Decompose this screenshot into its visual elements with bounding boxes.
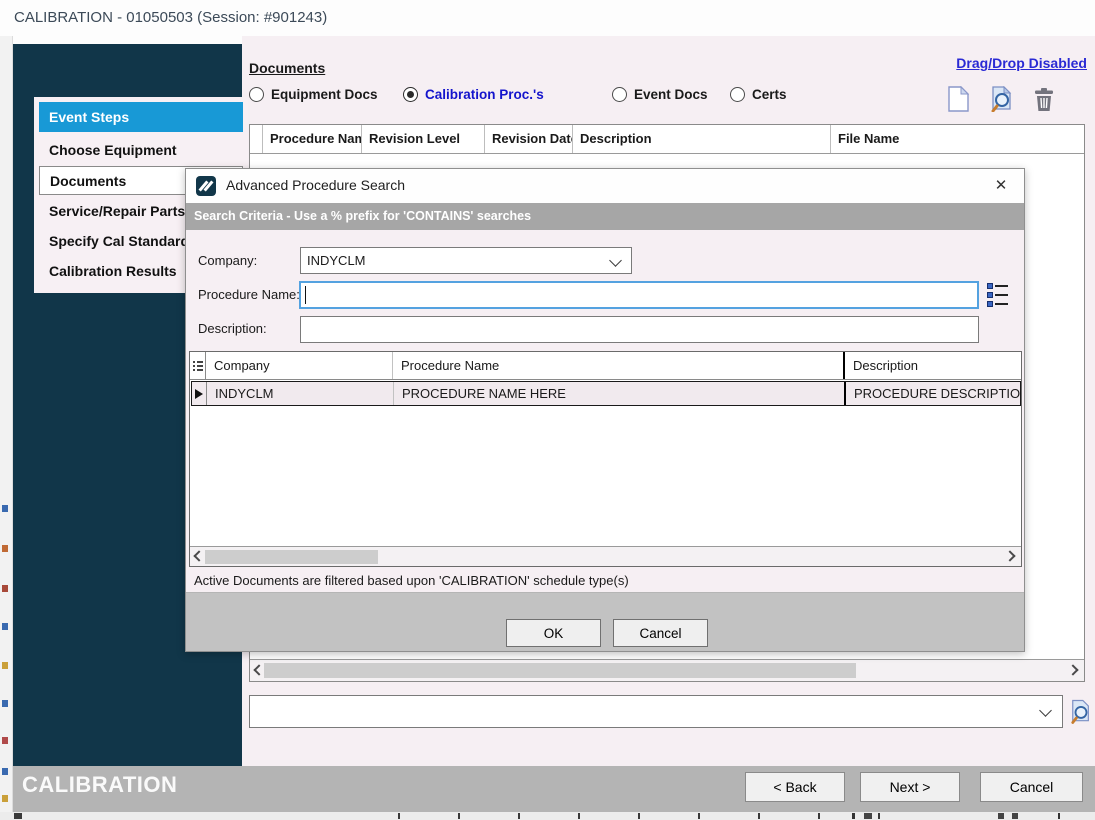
description-label: Description:: [198, 321, 267, 336]
sidebar-item-choose-equipment[interactable]: Choose Equipment: [39, 136, 243, 165]
radio-label: Event Docs: [634, 87, 708, 102]
documents-table-header: Procedure Name Revision Level Revision D…: [250, 125, 1084, 154]
radio-label: Equipment Docs: [271, 87, 378, 102]
radio-calibration-procs[interactable]: Calibration Proc.'s: [403, 87, 544, 102]
company-label: Company:: [198, 253, 257, 268]
dialog-titlebar[interactable]: Advanced Procedure Search ✕: [186, 169, 1024, 203]
procedure-name-input[interactable]: [299, 281, 979, 309]
hscrollbar-thumb[interactable]: [264, 663, 856, 678]
background-window-strip: [0, 812, 1095, 820]
col-revision-level[interactable]: Revision Level: [362, 125, 485, 153]
results-grid-hscrollbar[interactable]: [190, 546, 1021, 566]
procedure-name-label: Procedure Name:: [198, 287, 300, 302]
background-artifact: [14, 813, 22, 819]
text-caret: [305, 286, 306, 304]
background-artifact: [2, 795, 8, 802]
scroll-left-icon[interactable]: [255, 666, 263, 674]
description-input[interactable]: [300, 316, 979, 343]
list-icon: [193, 352, 203, 379]
scroll-left-icon[interactable]: [195, 552, 203, 560]
wizard-title: CALIBRATION: [22, 772, 177, 798]
col-description[interactable]: Description: [573, 125, 831, 153]
document-select-combo[interactable]: [249, 695, 1063, 728]
back-button[interactable]: < Back: [745, 772, 845, 802]
radio-circle-icon: [730, 87, 745, 102]
background-artifact: [998, 813, 1004, 819]
background-artifact: [340, 813, 880, 819]
trash-icon: [1033, 87, 1055, 112]
background-artifact: [1058, 813, 1060, 819]
radio-circle-selected-icon: [403, 87, 418, 102]
dialog-footer: [186, 593, 1024, 651]
grid-col-procedure-name[interactable]: Procedure Name: [393, 352, 845, 379]
search-criteria-header: Search Criteria - Use a % prefix for 'CO…: [186, 203, 1024, 230]
procedure-list-button[interactable]: [987, 283, 1008, 307]
background-artifact: [2, 768, 8, 775]
search-document-icon: [990, 86, 1014, 112]
procedure-results-grid: Company Procedure Name Description INDYC…: [189, 351, 1022, 567]
documents-table-hscrollbar[interactable]: [250, 659, 1084, 681]
grid-col-company[interactable]: Company: [206, 352, 393, 379]
radio-circle-icon: [249, 87, 264, 102]
hscrollbar-thumb[interactable]: [205, 550, 378, 564]
background-artifact: [2, 737, 8, 744]
drag-drop-disabled-link[interactable]: Drag/Drop Disabled: [956, 55, 1087, 71]
radio-circle-icon: [612, 87, 627, 102]
background-artifact: [2, 623, 8, 630]
chevron-down-icon: [1039, 704, 1052, 717]
ok-button[interactable]: OK: [506, 619, 601, 647]
dialog-cancel-button[interactable]: Cancel: [613, 619, 708, 647]
scroll-right-icon[interactable]: [1006, 552, 1014, 560]
search-document-icon: [1070, 699, 1092, 724]
advanced-procedure-search-dialog: Advanced Procedure Search ✕ Search Crite…: [185, 168, 1025, 652]
cancel-button[interactable]: Cancel: [980, 772, 1083, 802]
next-button[interactable]: Next >: [860, 772, 960, 802]
grid-corner-cell[interactable]: [190, 352, 206, 379]
delete-button[interactable]: [1030, 85, 1058, 113]
window-titlebar: CALIBRATION - 01050503 (Session: #901243…: [0, 0, 1095, 36]
dialog-status-text: Active Documents are filtered based upon…: [186, 569, 1024, 593]
col-procedure-name[interactable]: Procedure Name: [263, 125, 362, 153]
col-file-name[interactable]: File Name: [831, 125, 1084, 153]
background-artifact: [2, 700, 8, 707]
background-artifact: [2, 662, 8, 669]
event-steps-header: Event Steps: [39, 102, 243, 132]
combo-search-button[interactable]: [1068, 697, 1094, 726]
radio-label: Calibration Proc.'s: [425, 87, 544, 102]
dialog-title: Advanced Procedure Search: [226, 177, 405, 193]
radio-certs[interactable]: Certs: [730, 87, 787, 102]
row-gutter: [192, 382, 207, 405]
app-logo-icon: [196, 176, 216, 196]
background-artifact: [2, 505, 8, 512]
results-grid-header: Company Procedure Name Description: [190, 352, 1021, 380]
grid-col-description[interactable]: Description: [845, 352, 1021, 379]
background-artifact: [2, 545, 8, 552]
col-revision-date[interactable]: Revision Date: [485, 125, 573, 153]
cell-description: PROCEDURE DESCRIPTION: [846, 382, 1020, 405]
radio-equipment-docs[interactable]: Equipment Docs: [249, 87, 378, 102]
new-document-icon: [947, 86, 969, 112]
background-artifact: [2, 585, 8, 592]
close-icon[interactable]: ✕: [980, 169, 1022, 202]
search-document-button[interactable]: [988, 85, 1016, 113]
cell-procedure-name: PROCEDURE NAME HERE: [394, 382, 846, 405]
documents-section-title: Documents: [249, 60, 325, 76]
window-title: CALIBRATION - 01050503 (Session: #901243…: [14, 9, 327, 26]
current-row-pointer-icon: [195, 389, 203, 399]
background-artifact: [1012, 813, 1018, 819]
new-document-button[interactable]: [944, 85, 972, 113]
cell-company: INDYCLM: [207, 382, 394, 405]
company-dropdown[interactable]: INDYCLM: [300, 247, 632, 274]
radio-event-docs[interactable]: Event Docs: [612, 87, 708, 102]
chevron-down-icon: [609, 254, 622, 267]
result-row[interactable]: INDYCLM PROCEDURE NAME HERE PROCEDURE DE…: [191, 381, 1021, 406]
background-artifact: [852, 813, 855, 819]
background-artifact: [864, 813, 872, 819]
header-gutter: [250, 125, 263, 153]
scroll-right-icon[interactable]: [1069, 666, 1077, 674]
company-value: INDYCLM: [307, 253, 366, 268]
radio-label: Certs: [752, 87, 787, 102]
